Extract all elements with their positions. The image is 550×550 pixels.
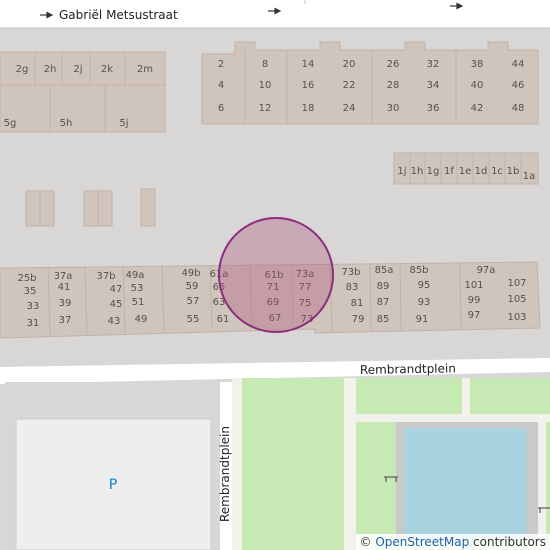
housenumber-label: 45 [110, 299, 123, 310]
housenumber-label: 81 [351, 298, 364, 309]
housenumber-label: 91 [416, 314, 429, 325]
housenumber-label: 5j [119, 118, 128, 129]
housenumber-label: 25b [17, 273, 36, 284]
attribution-link[interactable]: OpenStreetMap [375, 535, 469, 549]
housenumber-label: 2h [44, 64, 57, 75]
housenumber-label: 4 [218, 80, 224, 91]
housenumber-label: 43 [108, 316, 121, 327]
housenumber-label: 59 [186, 281, 199, 292]
housenumber-label: 5h [60, 118, 73, 129]
housenumber-label: 42 [471, 103, 484, 114]
housenumber-label: 1e [459, 166, 472, 177]
housenumber-label: 8 [262, 59, 268, 70]
park-path [462, 378, 470, 418]
housenumber-label: 85b [409, 265, 428, 276]
housenumber-label: 31 [27, 318, 40, 329]
street-label-north: Gabriël Metsustraat [59, 8, 178, 22]
attribution-prefix: © [359, 535, 376, 549]
pond-water [404, 428, 526, 540]
housenumber-label: 39 [59, 298, 72, 309]
housenumber-label: 20 [343, 59, 356, 70]
housenumber-label: 41 [58, 282, 71, 293]
housenumber-label: 14 [302, 59, 315, 70]
housenumber-label: 46 [512, 80, 525, 91]
housenumber-label: 40 [471, 80, 484, 91]
housenumber-label: 37b [96, 271, 115, 282]
street-label-vertical: Rembrandtplein [218, 426, 232, 522]
park-path [232, 378, 242, 550]
park-path [538, 422, 546, 550]
housenumber-label: 24 [343, 103, 356, 114]
housenumber-label: 35 [24, 286, 37, 297]
housenumber-label: 1f [444, 166, 454, 177]
housenumber-label: 51 [132, 297, 145, 308]
housenumber-label: 34 [427, 80, 440, 91]
parking-icon[interactable]: P [109, 477, 117, 493]
attribution-suffix: contributors [469, 535, 546, 549]
housenumber-label: 1a [523, 171, 536, 182]
housenumber-label: 85a [375, 265, 394, 276]
housenumber-label: 37a [54, 271, 73, 282]
housenumber-label: 87 [377, 297, 390, 308]
housenumber-label: 99 [468, 295, 481, 306]
housenumber-label: 73b [341, 267, 360, 278]
housenumber-label: 18 [302, 103, 315, 114]
street-label-south: Rembrandtplein [360, 361, 456, 377]
location-marker-circle[interactable] [218, 217, 334, 333]
housenumber-label: 10 [259, 80, 272, 91]
housenumber-label: 1c [491, 166, 503, 177]
park-path [344, 378, 356, 550]
housenumber-label: 107 [507, 278, 526, 289]
housenumber-label: 1g [427, 166, 440, 177]
housenumber-label: 2m [137, 64, 153, 75]
housenumber-label: 105 [507, 294, 526, 305]
housenumber-label: 2 [218, 59, 224, 70]
housenumber-label: 103 [507, 312, 526, 323]
park-path [356, 414, 550, 422]
housenumber-label: 85 [377, 314, 390, 325]
housenumber-label: 57 [187, 296, 200, 307]
housenumber-label: 1d [475, 166, 488, 177]
housenumber-label: 55 [187, 314, 200, 325]
housenumber-label: 6 [218, 103, 224, 114]
housenumber-label: 101 [464, 280, 483, 291]
housenumber-label: 97 [468, 310, 481, 321]
housenumber-label: 1b [507, 166, 520, 177]
housenumber-label: 93 [418, 297, 431, 308]
housenumber-label: 79 [352, 314, 365, 325]
housenumber-label: 49a [126, 270, 145, 281]
housenumber-label: 47 [110, 284, 123, 295]
housenumber-label: 49 [135, 314, 148, 325]
housenumber-label: 49b [181, 268, 200, 279]
housenumber-label: 32 [427, 59, 440, 70]
housenumber-label: 53 [131, 283, 144, 294]
housenumber-label: 16 [302, 80, 315, 91]
housenumber-label: 48 [512, 103, 525, 114]
housenumber-label: 12 [259, 103, 272, 114]
housenumber-label: 97a [477, 265, 496, 276]
housenumber-label: 2k [101, 64, 113, 75]
housenumber-label: 61 [217, 314, 230, 325]
housenumber-label: 28 [387, 80, 400, 91]
housenumber-label: 1h [411, 166, 424, 177]
housenumber-label: 2j [73, 64, 82, 75]
housenumber-label: 89 [377, 281, 390, 292]
housenumber-label: 37 [59, 315, 72, 326]
housenumber-label: 22 [343, 80, 356, 91]
housenumber-label: 36 [427, 103, 440, 114]
housenumber-label: 33 [27, 301, 40, 312]
housenumber-label: 30 [387, 103, 400, 114]
map-canvas[interactable]: Gabriël Metsustraat Rembrandtplein P Rem… [0, 0, 550, 550]
housenumber-label: 95 [418, 280, 431, 291]
housenumber-label: 2g [16, 64, 29, 75]
housenumber-label: 83 [346, 282, 359, 293]
housenumber-label: 26 [387, 59, 400, 70]
housenumber-label: 38 [471, 59, 484, 70]
housenumber-label: 5g [4, 118, 17, 129]
housenumber-label: 44 [512, 59, 525, 70]
housenumber-label: 1j [397, 166, 406, 177]
building-block-top-right [201, 41, 539, 125]
map-attribution: © OpenStreetMap contributors [355, 534, 550, 550]
